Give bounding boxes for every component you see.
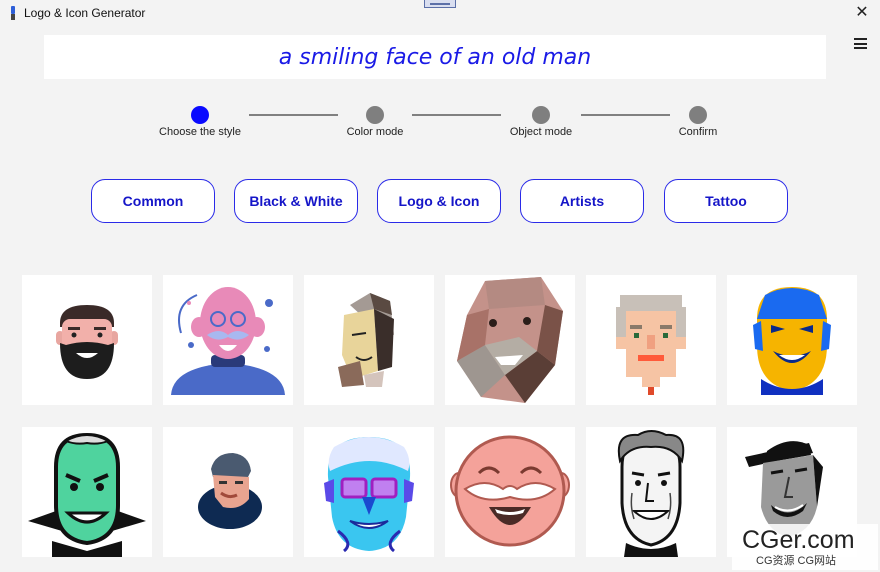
step-choose-style[interactable]: Choose the style — [140, 100, 260, 138]
gallery-item-pink-laughing-old-man[interactable] — [445, 427, 575, 557]
gallery-item-yellow-blue-smiling-man[interactable] — [727, 275, 857, 405]
gallery-item-cubist-old-man[interactable] — [304, 275, 434, 405]
bearded-man-icon — [56, 305, 118, 379]
sketch-old-man-icon — [617, 430, 685, 557]
window-title: Logo & Icon Generator — [24, 6, 146, 20]
blue-man-with-glasses-icon — [324, 437, 414, 553]
gallery-item-sketch-old-man[interactable] — [586, 427, 716, 557]
gallery-item-man-with-cap[interactable] — [163, 427, 293, 557]
prompt-display: a smiling face of an old man — [44, 35, 826, 79]
step-confirm[interactable]: Confirm — [638, 100, 758, 138]
yellow-blue-smiling-man-icon — [753, 287, 831, 395]
gallery-item-pink-bald-man[interactable] — [163, 275, 293, 405]
style-button-black-white[interactable]: Black & White — [234, 179, 358, 223]
pink-laughing-old-man-icon — [450, 435, 570, 547]
gallery-item-bearded-man[interactable] — [22, 275, 152, 405]
style-button-logo-icon[interactable]: Logo & Icon — [377, 179, 501, 223]
cubist-old-man-icon — [338, 293, 394, 387]
step-progress: Choose the style Color mode Object mode … — [0, 100, 880, 145]
step-dot[interactable] — [191, 106, 209, 124]
gallery-item-green-old-man[interactable] — [22, 427, 152, 557]
prompt-text: a smiling face of an old man — [278, 44, 592, 70]
step-dot[interactable] — [366, 106, 384, 124]
gallery-item-blue-man-with-glasses[interactable] — [304, 427, 434, 557]
hamburger-menu-icon[interactable] — [854, 38, 867, 49]
window-snap-handle[interactable] — [424, 0, 456, 8]
gallery-item-low-poly-old-man[interactable] — [445, 275, 575, 405]
step-label: Confirm — [678, 126, 718, 138]
gallery-item-pixel-old-man[interactable] — [586, 275, 716, 405]
watermark: CGer.com CG资源 CG网站 — [732, 524, 878, 570]
green-old-man-icon — [28, 432, 146, 557]
man-with-cap-icon — [198, 453, 262, 529]
step-dot[interactable] — [532, 106, 550, 124]
step-object-mode[interactable]: Object mode — [481, 100, 601, 138]
low-poly-old-man-icon — [457, 277, 563, 403]
step-color-mode[interactable]: Color mode — [315, 100, 435, 138]
step-label: Choose the style — [159, 126, 241, 138]
pixel-old-man-icon — [616, 295, 686, 395]
step-label: Object mode — [509, 126, 573, 138]
watermark-text: CGer.com — [742, 526, 855, 554]
app-icon — [8, 6, 18, 20]
step-dot[interactable] — [689, 106, 707, 124]
watermark-subtext: CG资源 CG网站 — [756, 555, 837, 567]
pink-bald-man-sweater-icon — [171, 287, 285, 395]
step-label: Color mode — [346, 126, 404, 138]
style-button-tattoo[interactable]: Tattoo — [664, 179, 788, 223]
style-button-artists[interactable]: Artists — [520, 179, 644, 223]
style-button-common[interactable]: Common — [91, 179, 215, 223]
close-button[interactable]: ✕ — [852, 3, 872, 23]
